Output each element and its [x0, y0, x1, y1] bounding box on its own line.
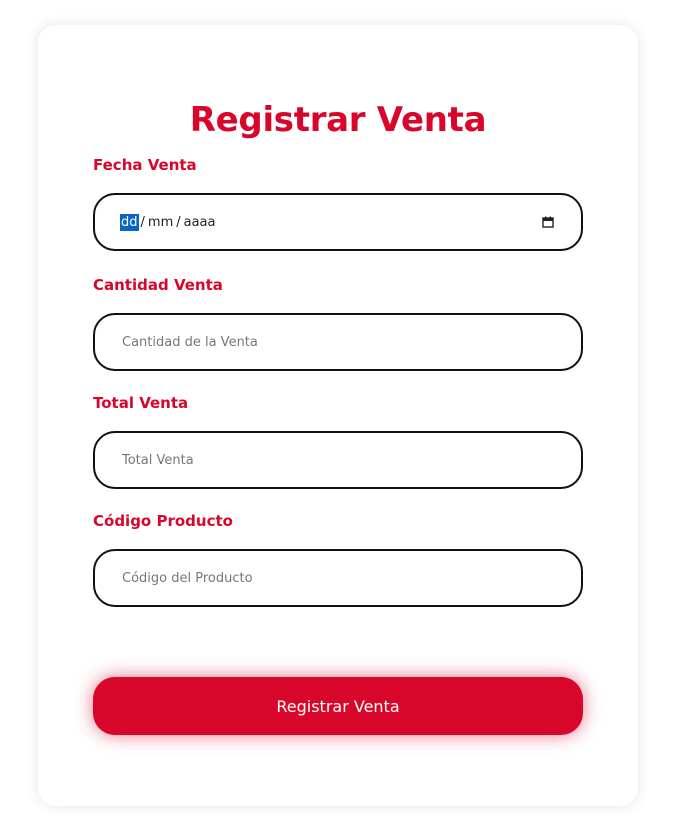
codigo-producto-input[interactable] [120, 569, 556, 587]
form-card: Registrar Venta Fecha Venta dd / mm / aa… [38, 25, 638, 806]
cantidad-venta-input[interactable] [120, 333, 556, 351]
total-venta-input[interactable] [120, 451, 556, 469]
registrar-venta-button[interactable]: Registrar Venta [93, 677, 583, 735]
form-title: Registrar Venta [189, 100, 487, 140]
cantidad-venta-label: Cantidad Venta [93, 276, 223, 294]
calendar-icon[interactable] [542, 216, 554, 228]
date-day-segment[interactable]: dd [120, 213, 139, 231]
date-separator: / [140, 214, 145, 230]
date-separator: / [176, 214, 181, 230]
codigo-producto-field [93, 549, 583, 607]
date-segments: dd / mm / aaaa [120, 213, 217, 231]
fecha-venta-label: Fecha Venta [93, 156, 197, 174]
total-venta-label: Total Venta [93, 394, 189, 412]
date-month-segment[interactable]: mm [147, 214, 174, 231]
codigo-producto-label: Código Producto [93, 512, 233, 530]
date-year-segment[interactable]: aaaa [183, 214, 217, 231]
fecha-venta-input[interactable]: dd / mm / aaaa [93, 193, 583, 251]
cantidad-venta-field [93, 313, 583, 371]
total-venta-field [93, 431, 583, 489]
